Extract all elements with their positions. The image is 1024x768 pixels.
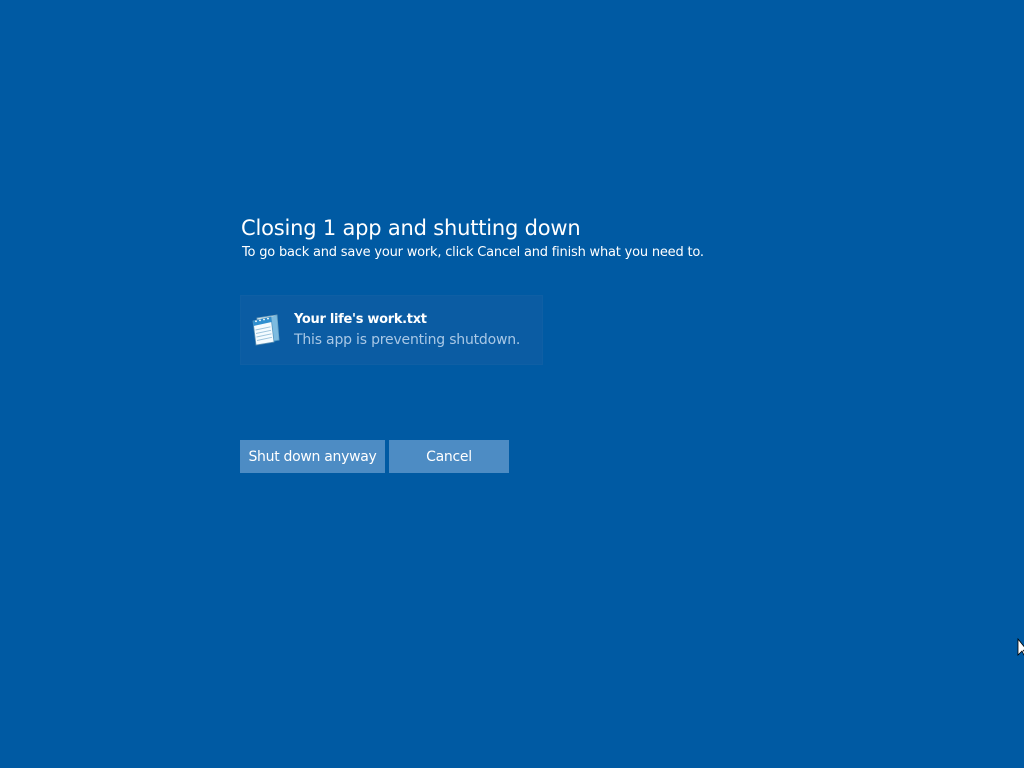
dialog-title: Closing 1 app and shutting down — [241, 216, 581, 240]
notepad-icon — [252, 314, 280, 346]
shutdown-dialog: Closing 1 app and shutting down To go ba… — [240, 214, 800, 473]
dialog-subtitle: To go back and save your work, click Can… — [242, 245, 704, 260]
shut-down-anyway-button[interactable]: Shut down anyway — [240, 440, 385, 473]
app-status: This app is preventing shutdown. — [294, 332, 521, 348]
shutdown-screen: Closing 1 app and shutting down To go ba… — [0, 0, 1024, 768]
cancel-button[interactable]: Cancel — [389, 440, 509, 473]
blocking-app-item: Your life's work.txt This app is prevent… — [240, 295, 543, 365]
app-name: Your life's work.txt — [294, 312, 427, 327]
dialog-buttons: Shut down anyway Cancel — [240, 440, 509, 473]
mouse-pointer-icon — [1017, 638, 1024, 656]
